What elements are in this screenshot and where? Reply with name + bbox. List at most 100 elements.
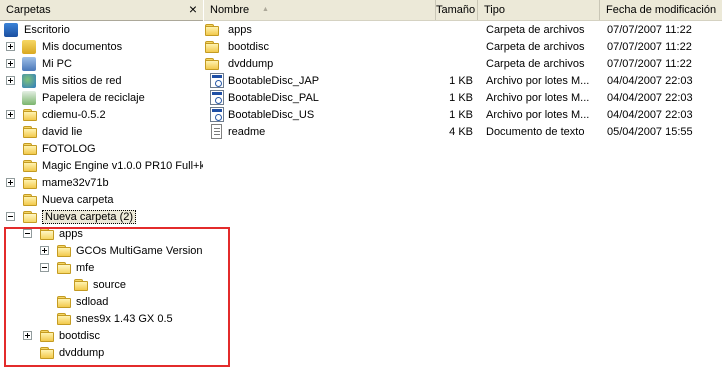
file-row[interactable]: apps Carpeta de archivos 07/07/2007 11:22 [204, 22, 722, 39]
tree-item-label: mame32v71b [42, 177, 109, 189]
folder-icon [56, 243, 72, 259]
column-header-size[interactable]: Tamaño [436, 0, 478, 20]
tree-item[interactable]: Nueva carpeta (2) [0, 209, 203, 226]
tree-item[interactable]: source [0, 277, 203, 294]
folder-icon [56, 294, 72, 310]
file-type: Carpeta de archivos [486, 24, 585, 36]
tree-item[interactable]: mame32v71b [0, 175, 203, 192]
tree-item[interactable]: Mis documentos [0, 39, 203, 56]
file-row[interactable]: BootableDisc_US 1 KB Archivo por lotes M..… [204, 107, 722, 124]
file-size: 1 KB [449, 92, 473, 104]
expand-icon[interactable] [6, 42, 15, 51]
folder-icon [22, 175, 38, 191]
folder-open-icon [22, 209, 38, 225]
batch-file-icon [210, 107, 224, 122]
column-header-modified-label: Fecha de modificación [606, 4, 717, 16]
file-type: Documento de texto [486, 126, 585, 138]
folder-icon [39, 328, 55, 344]
expand-icon[interactable] [6, 110, 15, 119]
folder-open-icon [39, 226, 55, 242]
expand-icon[interactable] [23, 331, 32, 340]
file-modified: 07/07/2007 11:22 [607, 58, 692, 70]
tree-item[interactable]: bootdisc [0, 328, 203, 345]
collapse-icon[interactable] [6, 212, 15, 221]
tree-item[interactable]: Mis sitios de red [0, 73, 203, 90]
file-modified: 04/04/2007 22:03 [607, 92, 693, 104]
folder-tree-header: Carpetas × [0, 0, 203, 21]
tree-item-label: cdiemu-0.5.2 [42, 109, 106, 121]
tree-item[interactable]: david lie [0, 124, 203, 141]
tree-item[interactable]: sdload [0, 294, 203, 311]
tree-item[interactable]: Mi PC [0, 56, 203, 73]
file-type: Archivo por lotes M... [486, 109, 590, 121]
file-size: 1 KB [449, 75, 473, 87]
tree-item-label: Nueva carpeta (2) [42, 210, 137, 224]
tree-item[interactable]: snes9x 1.43 GX 0.5 [0, 311, 203, 328]
column-header-type[interactable]: Tipo [478, 0, 600, 20]
file-row[interactable]: bootdisc Carpeta de archivos 07/07/2007 11… [204, 39, 722, 56]
file-row[interactable]: dvddump Carpeta de archivos 07/07/2007 11:… [204, 56, 722, 73]
folder-icon [39, 345, 55, 361]
file-row[interactable]: BootableDisc_PAL 1 KB Archivo por lotes M.… [204, 90, 722, 107]
file-size: 4 KB [449, 126, 473, 138]
tree-item-label: bootdisc [59, 330, 100, 342]
file-type: Archivo por lotes M... [486, 92, 590, 104]
folder-open-icon [56, 260, 72, 276]
tree-item[interactable]: GCOs MultiGame Version [0, 243, 203, 260]
tree-item[interactable]: apps [0, 226, 203, 243]
tree-item-label: Nueva carpeta [42, 194, 114, 206]
tree-item[interactable]: FOTOLOG [0, 141, 203, 158]
tree-item[interactable]: Escritorio [0, 22, 203, 39]
batch-file-icon [210, 73, 224, 88]
close-icon[interactable]: × [189, 1, 197, 17]
tree-item-label: apps [59, 228, 83, 240]
text-file-icon [211, 124, 222, 139]
file-list-header: Nombre ▲ Tamaño Tipo Fecha de modificaci… [204, 0, 722, 21]
tree-item[interactable]: cdiemu-0.5.2 [0, 107, 203, 124]
column-header-modified[interactable]: Fecha de modificación [600, 0, 722, 20]
folder-icon [73, 277, 89, 293]
file-row[interactable]: readme 4 KB Documento de texto 05/04/2007 1… [204, 124, 722, 141]
file-modified: 07/07/2007 11:22 [607, 24, 692, 36]
folder-icon [22, 158, 38, 174]
folder-icon [22, 124, 38, 140]
file-name: BootableDisc_US [228, 109, 315, 121]
collapse-icon[interactable] [40, 263, 49, 272]
batch-file-icon [210, 90, 224, 105]
file-name: readme [228, 126, 266, 138]
tree-item-label: source [93, 279, 127, 291]
tree-item-label: snes9x 1.43 GX 0.5 [76, 313, 173, 325]
tree-item-label: Mi PC [42, 58, 72, 70]
tree-item[interactable]: Nueva carpeta [0, 192, 203, 209]
tree-item-label: Mis documentos [42, 41, 123, 53]
tree-item-label: sdload [76, 296, 109, 308]
expand-icon[interactable] [40, 246, 49, 255]
column-header-name[interactable]: Nombre ▲ [204, 0, 436, 20]
tree-item-label: GCOs MultiGame Version [76, 245, 203, 257]
tree-item-label: david lie [42, 126, 83, 138]
sort-ascending-icon: ▲ [262, 6, 269, 13]
file-row[interactable]: BootableDisc_JAP 1 KB Archivo por lotes M.… [204, 73, 722, 90]
tree-item-label: Magic Engine v1.0.0 PR10 Full+k [42, 160, 204, 172]
tree-item-label: mfe [76, 262, 95, 274]
tree-item[interactable]: mfe [0, 260, 203, 277]
tree-item[interactable]: Papelera de reciclaje [0, 90, 203, 107]
my-documents-icon [22, 40, 36, 54]
column-header-name-label: Nombre [210, 4, 250, 16]
file-modified: 05/04/2007 15:55 [607, 126, 693, 138]
tree-item-label: dvddump [59, 347, 105, 359]
expand-icon[interactable] [6, 76, 15, 85]
my-computer-icon [22, 57, 36, 71]
file-type: Carpeta de archivos [486, 58, 585, 70]
collapse-icon[interactable] [23, 229, 32, 238]
tree-item[interactable]: dvddump [0, 345, 203, 362]
tree-item[interactable]: Magic Engine v1.0.0 PR10 Full+k [0, 158, 203, 175]
expand-icon[interactable] [6, 178, 15, 187]
file-type: Archivo por lotes M... [486, 75, 590, 87]
desktop-icon [4, 23, 18, 37]
file-type: Carpeta de archivos [486, 41, 585, 53]
expand-icon[interactable] [6, 59, 15, 68]
tree-item-label: Escritorio [24, 24, 70, 36]
file-name: bootdisc [228, 41, 269, 53]
file-name: apps [228, 24, 252, 36]
